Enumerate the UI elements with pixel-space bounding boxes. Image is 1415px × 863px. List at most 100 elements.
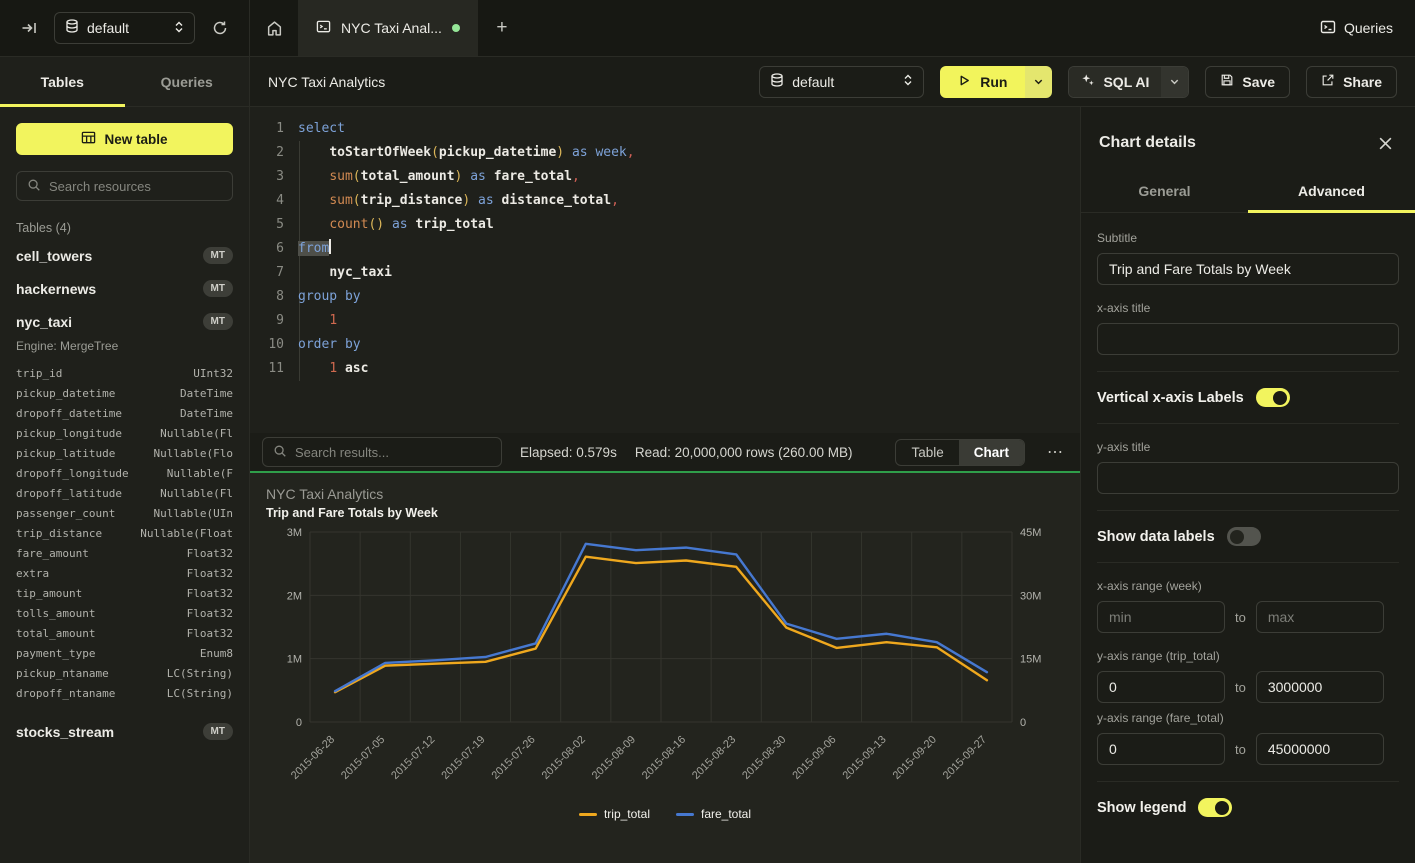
svg-text:2015-08-23: 2015-08-23 <box>690 734 738 782</box>
code-text: group by <box>284 285 361 309</box>
topbar-left: default <box>0 0 250 56</box>
editor-line[interactable]: 7 nyc_taxi <box>250 261 1080 285</box>
show-legend-toggle[interactable] <box>1198 798 1232 817</box>
column-name: trip_id <box>16 367 62 380</box>
column-row: total_amountFloat32 <box>16 623 233 643</box>
new-table-button[interactable]: New table <box>16 123 233 155</box>
resource-search-input[interactable] <box>49 179 222 194</box>
divider <box>1097 562 1399 563</box>
editor-line[interactable]: 3 sum(total_amount) as fare_total, <box>250 165 1080 189</box>
sidebar-tab-tables[interactable]: Tables <box>0 57 125 106</box>
editor-line[interactable]: 9 1 <box>250 309 1080 333</box>
chart-details-title: Chart details <box>1099 134 1196 152</box>
run-button[interactable]: Run <box>940 66 1025 98</box>
save-button[interactable]: Save <box>1205 66 1290 98</box>
sidebar-tab-queries[interactable]: Queries <box>125 57 250 106</box>
x-axis-range-max-input[interactable] <box>1256 601 1384 633</box>
close-icon[interactable] <box>1373 131 1397 155</box>
editor-line[interactable]: 5 count() as trip_total <box>250 213 1080 237</box>
code-text: count() as trip_total <box>284 213 494 237</box>
query-tab[interactable]: NYC Taxi Anal... <box>298 0 478 56</box>
subtitle-field-label: Subtitle <box>1097 231 1399 245</box>
column-name: dropoff_latitude <box>16 487 122 500</box>
results-search-input[interactable] <box>295 445 491 460</box>
run-label: Run <box>980 74 1007 90</box>
tab-advanced[interactable]: Advanced <box>1248 173 1415 212</box>
column-row: pickup_latitudeNullable(Flo <box>16 443 233 463</box>
editor-line[interactable]: 6from <box>250 237 1080 261</box>
table-row[interactable]: stocks_streamMT <box>0 715 249 748</box>
results-more-button[interactable]: ⋯ <box>1043 442 1068 462</box>
editor-line[interactable]: 8group by <box>250 285 1080 309</box>
show-data-labels-toggle[interactable] <box>1227 527 1261 546</box>
svg-text:2015-08-02: 2015-08-02 <box>540 734 588 782</box>
legend-item[interactable]: trip_total <box>579 807 650 821</box>
column-row: fare_amountFloat32 <box>16 543 233 563</box>
database-selector[interactable]: default <box>54 12 195 44</box>
svg-text:2015-08-30: 2015-08-30 <box>740 734 788 782</box>
code-text: toStartOfWeek(pickup_datetime) as week, <box>284 141 635 165</box>
column-name: pickup_datetime <box>16 387 115 400</box>
table-row[interactable]: nyc_taxiMT <box>0 305 249 338</box>
y-axis-title-input[interactable] <box>1097 462 1399 494</box>
sql-ai-button[interactable]: SQL AI <box>1069 67 1161 97</box>
show-data-labels-row: Show data labels <box>1097 527 1399 546</box>
sidebar: Tables Queries New table Tables (4) cell… <box>0 57 250 863</box>
editor-line[interactable]: 10order by <box>250 333 1080 357</box>
y-axis-range-fare-max-input[interactable] <box>1256 733 1384 765</box>
y-axis-range-trip-min-input[interactable] <box>1097 671 1225 703</box>
editor-line[interactable]: 2 toStartOfWeek(pickup_datetime) as week… <box>250 141 1080 165</box>
x-axis-range-min-input[interactable] <box>1097 601 1225 633</box>
line-number: 5 <box>250 213 284 237</box>
query-title: NYC Taxi Analytics <box>268 74 385 90</box>
column-type: Nullable(F <box>167 467 233 480</box>
legend-swatch <box>579 813 597 816</box>
column-row: dropoff_longitudeNullable(F <box>16 463 233 483</box>
svg-text:2015-06-28: 2015-06-28 <box>289 734 337 782</box>
share-icon <box>1321 73 1335 90</box>
view-toggle-chart[interactable]: Chart <box>959 440 1024 465</box>
run-button-group: Run <box>940 66 1052 98</box>
new-tab-button[interactable]: + <box>478 0 526 56</box>
sql-ai-options-button[interactable] <box>1161 67 1188 97</box>
view-toggle-table[interactable]: Table <box>896 440 958 465</box>
share-button[interactable]: Share <box>1306 66 1397 98</box>
column-name: passenger_count <box>16 507 115 520</box>
table-row[interactable]: cell_towersMT <box>0 239 249 272</box>
vertical-x-labels-toggle[interactable] <box>1256 388 1290 407</box>
y-axis-range-fare-min-input[interactable] <box>1097 733 1225 765</box>
sql-ai-label: SQL AI <box>1103 74 1149 90</box>
table-name: cell_towers <box>16 248 92 264</box>
column-name: pickup_longitude <box>16 427 122 440</box>
chart-canvas[interactable]: 3M45M2M30M1M15M002015-06-282015-07-05201… <box>266 524 1064 806</box>
subtitle-input[interactable] <box>1097 253 1399 285</box>
divider <box>1097 371 1399 372</box>
resource-search[interactable] <box>16 171 233 201</box>
chart-title: NYC Taxi Analytics <box>266 485 1064 504</box>
new-table-label: New table <box>104 132 167 147</box>
column-row: payment_typeEnum8 <box>16 643 233 663</box>
table-row[interactable]: hackernewsMT <box>0 272 249 305</box>
refresh-icon[interactable] <box>205 13 235 43</box>
editor-line[interactable]: 11 1 asc <box>250 357 1080 381</box>
collapse-sidebar-icon[interactable] <box>14 13 44 43</box>
tab-general[interactable]: General <box>1081 173 1248 212</box>
y-axis-range-trip-max-input[interactable] <box>1256 671 1384 703</box>
column-type: Enum8 <box>200 647 233 660</box>
y-axis-range-trip-label: y-axis range (trip_total) <box>1097 649 1399 663</box>
toolbar-database-selector[interactable]: default <box>759 66 924 98</box>
legend-item[interactable]: fare_total <box>676 807 751 821</box>
sql-editor[interactable]: 1select2 toStartOfWeek(pickup_datetime) … <box>250 107 1080 433</box>
editor-line[interactable]: 1select <box>250 117 1080 141</box>
editor-line[interactable]: 4 sum(trip_distance) as distance_total, <box>250 189 1080 213</box>
x-axis-title-input[interactable] <box>1097 323 1399 355</box>
divider <box>1097 781 1399 782</box>
column-row: passenger_countNullable(UIn <box>16 503 233 523</box>
svg-text:1M: 1M <box>287 654 302 666</box>
queries-label: Queries <box>1344 20 1393 36</box>
home-tab-button[interactable] <box>250 0 298 56</box>
results-search[interactable] <box>262 437 502 467</box>
queries-button[interactable]: Queries <box>1298 0 1415 56</box>
line-number: 6 <box>250 237 284 261</box>
run-options-button[interactable] <box>1025 66 1052 98</box>
